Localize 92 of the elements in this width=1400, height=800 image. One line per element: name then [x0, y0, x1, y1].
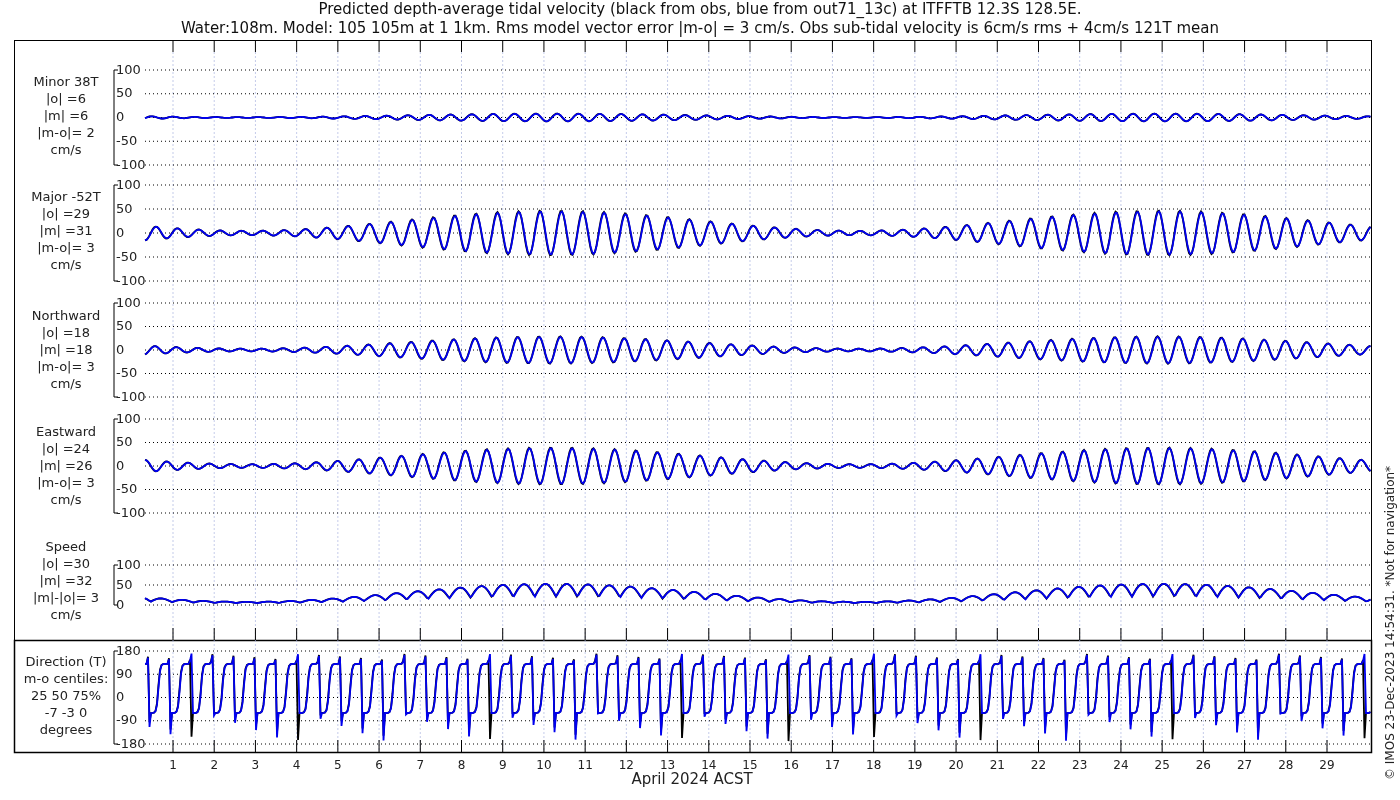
- panel-label: Direction (T): [25, 653, 107, 669]
- x-tick-label: 27: [1236, 757, 1253, 772]
- panel-label: |o| =29: [41, 205, 91, 221]
- y-tick-label: -100: [116, 388, 146, 404]
- x-tick-label: 2: [210, 757, 219, 772]
- credit-text: © IMOS 23-Dec-2023 14:54:31. *Not for navigation*: [1382, 465, 1397, 780]
- panel-label: |o| =30: [41, 555, 91, 571]
- y-tick-label: -50: [116, 481, 138, 496]
- y-tick-label: 0: [116, 109, 125, 124]
- x-tick-label: 29: [1319, 757, 1335, 772]
- y-tick-label: 100: [116, 410, 141, 426]
- y-tick-label: 180: [116, 642, 141, 658]
- panel-label: cm/s: [50, 375, 82, 391]
- panel-label: Major -52T: [31, 188, 101, 204]
- y-tick-label: 90: [116, 665, 133, 681]
- y-tick-label: 50: [116, 200, 133, 216]
- y-tick-label: -90: [116, 712, 138, 728]
- x-tick-label: 25: [1154, 757, 1170, 772]
- panel-label: cm/s: [50, 256, 82, 272]
- y-tick-label: -100: [116, 504, 146, 520]
- x-tick-label: 21: [989, 757, 1005, 772]
- y-tick-label: -50: [116, 132, 138, 148]
- x-tick-label: 8: [457, 757, 466, 772]
- panel-label: |m| =6: [43, 107, 89, 123]
- panel-label: |m| =31: [39, 222, 93, 238]
- x-tick-label: 28: [1278, 757, 1294, 772]
- panel-label: |m-o|= 3: [37, 474, 95, 490]
- panel-label: cm/s: [50, 491, 82, 507]
- y-tick-label: 50: [116, 318, 133, 333]
- x-tick-label: 5: [334, 757, 342, 772]
- panel-label: degrees: [39, 721, 93, 737]
- panel-label: Minor 38T: [33, 73, 99, 89]
- x-tick-label: 4: [292, 757, 301, 772]
- y-tick-label: 0: [116, 689, 125, 704]
- panel-label: cm/s: [50, 141, 82, 157]
- panel-label: |m| =32: [39, 572, 93, 588]
- y-tick-label: 50: [116, 85, 133, 101]
- panel-label: |o| =18: [41, 324, 91, 340]
- y-tick-label: 0: [116, 224, 125, 240]
- x-tick-label: 22: [1030, 757, 1047, 772]
- y-tick-label: -50: [116, 365, 138, 380]
- y-tick-label: 100: [116, 294, 141, 310]
- panel-label: Northward: [31, 307, 101, 323]
- panel-label: |m|-|o|= 3: [32, 589, 100, 605]
- y-axis: [113, 564, 119, 606]
- panel-label: |m-o|= 3: [37, 358, 95, 374]
- x-tick-label: 19: [907, 757, 923, 772]
- x-tick-label: 6: [375, 757, 383, 772]
- x-tick-label: 15: [742, 757, 758, 772]
- x-tick-label: 12: [618, 757, 634, 772]
- panel-label: cm/s: [50, 606, 82, 622]
- panel-label: m-o centiles:: [23, 670, 109, 686]
- y-tick-label: 0: [116, 341, 125, 357]
- x-tick-label: 3: [251, 757, 260, 772]
- y-tick-label: 100: [116, 61, 141, 77]
- panel-label: |m| =18: [39, 341, 93, 357]
- x-tick-label: 1: [169, 757, 177, 772]
- x-tick-label: 17: [824, 757, 841, 772]
- x-tick-label: 10: [536, 757, 552, 772]
- panel-label: |m-o|= 2: [37, 124, 95, 140]
- x-tick-label: 14: [701, 757, 717, 772]
- x-tick-label: 9: [498, 757, 507, 772]
- x-tick-label: 26: [1195, 757, 1211, 772]
- panel-label: -7 -3 0: [44, 704, 88, 720]
- y-tick-label: 50: [116, 576, 133, 592]
- panel-label: |o| =6: [46, 90, 86, 106]
- panel-label: Eastward: [36, 423, 96, 439]
- y-tick-label: -180: [116, 735, 146, 751]
- x-axis-label: April 2024 ACST: [631, 769, 753, 788]
- panel-label: 25 50 75%: [30, 687, 102, 703]
- y-tick-label: 100: [116, 556, 141, 572]
- panel-label: |m| =26: [39, 457, 93, 473]
- y-tick-label: -100: [116, 156, 146, 172]
- x-tick-label: 24: [1113, 757, 1129, 772]
- x-tick-label: 7: [416, 757, 425, 772]
- chart-title: Predicted depth-average tidal velocity (black from obs, blue from out71_13c) at ITFFTB 12.3S 128.5E.: [318, 0, 1082, 19]
- y-tick-label: 50: [116, 434, 133, 449]
- x-tick-label: 16: [783, 757, 799, 772]
- x-tick-label: 13: [659, 757, 676, 772]
- x-tick-label: 18: [866, 757, 882, 772]
- y-tick-label: 0: [116, 457, 125, 473]
- y-tick-label: -100: [116, 272, 146, 288]
- panel-label: |o| =24: [41, 440, 91, 456]
- x-tick-label: 11: [577, 757, 593, 772]
- x-tick-label: 23: [1072, 757, 1088, 772]
- x-tick-label: 20: [948, 757, 964, 772]
- panel-label: Speed: [45, 538, 87, 554]
- y-tick-label: 100: [116, 176, 141, 192]
- panel-label: |m-o|= 3: [37, 239, 95, 255]
- y-tick-label: -50: [116, 248, 138, 264]
- y-tick-label: 0: [116, 596, 125, 612]
- chart-title: Water:108m. Model: 105 105m at 1 1km. Rms model vector error |m-o| = 3 cm/s. Obs sub-tidal velocity is 6cm/s rms + 4cm/s 121T mean: [180, 19, 1220, 38]
